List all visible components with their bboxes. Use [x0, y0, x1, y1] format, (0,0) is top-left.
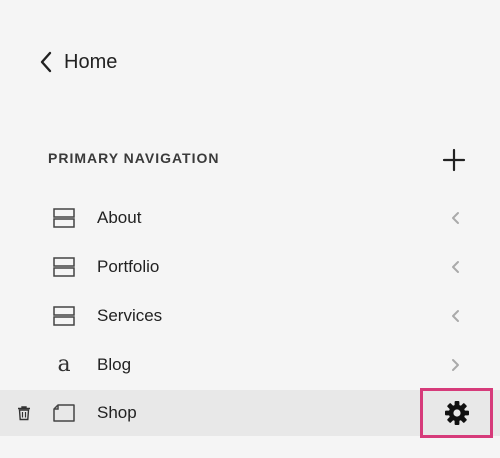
nav-item-label: About [97, 208, 142, 227]
chevron-left-icon [38, 46, 60, 78]
chevron-left-icon[interactable] [450, 309, 462, 323]
layout-page-icon [52, 206, 76, 230]
nav-item-portfolio[interactable]: Portfolio [0, 244, 500, 290]
nav-item-label: Blog [97, 355, 132, 374]
section-title: PRIMARY NAVIGATION [48, 150, 220, 166]
gear-icon [444, 401, 469, 425]
store-page-icon [52, 401, 76, 425]
page-settings-button[interactable] [420, 388, 493, 438]
nav-item-label: Shop [97, 403, 137, 422]
add-page-button[interactable] [440, 146, 468, 174]
nav-item-about[interactable]: About [0, 195, 500, 241]
layout-page-icon [52, 255, 76, 279]
chevron-left-icon[interactable] [450, 260, 462, 274]
trash-icon[interactable] [16, 405, 32, 421]
nav-item-label: Services [97, 306, 163, 325]
pages-panel: Home PRIMARY NAVIGATION About Portfolio … [0, 0, 500, 458]
blog-icon-glyph: a [57, 352, 71, 377]
nav-item-blog[interactable]: a Blog [0, 342, 500, 388]
layout-page-icon [52, 304, 76, 328]
chevron-right-icon[interactable] [450, 358, 462, 372]
back-home-link[interactable]: Home [38, 46, 117, 78]
chevron-left-icon[interactable] [450, 211, 462, 225]
plus-icon [442, 148, 466, 172]
nav-item-label: Portfolio [97, 257, 160, 276]
back-home-label: Home [64, 50, 118, 73]
blog-icon: a [52, 353, 76, 377]
nav-item-services[interactable]: Services [0, 293, 500, 339]
